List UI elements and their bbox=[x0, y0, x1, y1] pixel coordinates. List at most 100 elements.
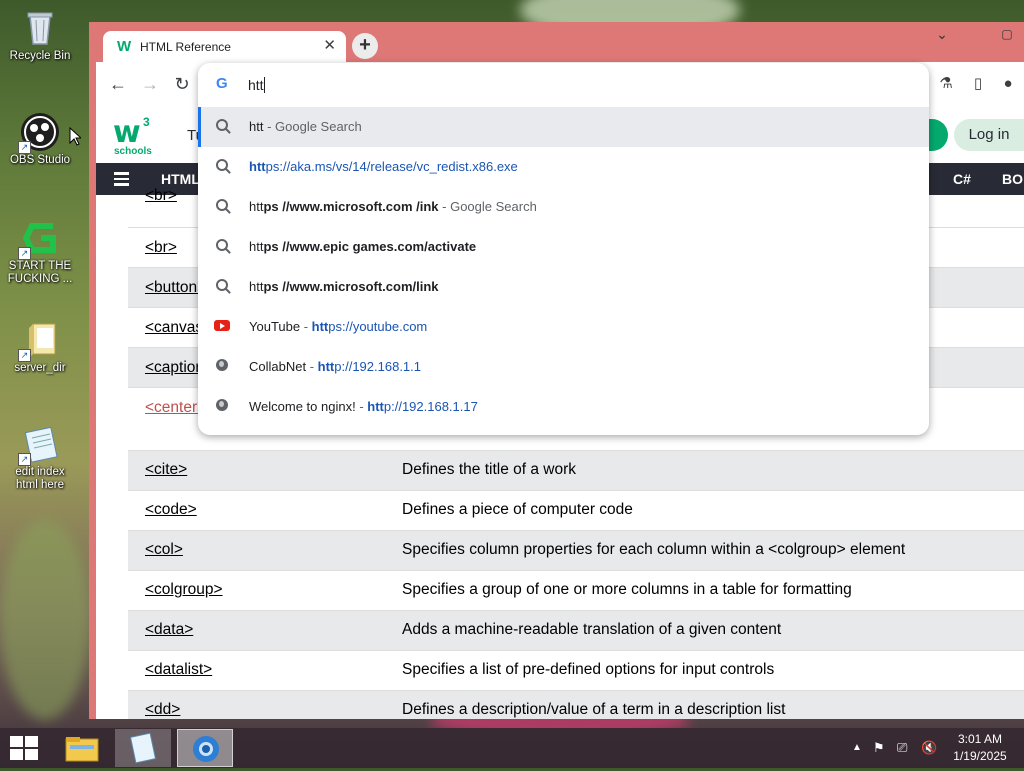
table-row: <data> Adds a machine-readable translati… bbox=[128, 611, 1024, 651]
wallpaper-shade bbox=[0, 520, 90, 720]
suggestion-item[interactable]: htt - Google Search bbox=[198, 107, 929, 147]
tag-link[interactable]: <data> bbox=[145, 621, 193, 639]
tag-link[interactable]: <br> bbox=[145, 187, 177, 205]
close-tab-icon[interactable]: ✕ bbox=[323, 36, 336, 54]
logo-schools: schools bbox=[114, 146, 152, 157]
reload-button[interactable]: ↻ bbox=[170, 72, 194, 96]
w3schools-favicon-icon: W bbox=[117, 38, 132, 55]
suggestion-item[interactable]: https://aka.ms/vs/14/release/vc_redist.x… bbox=[198, 147, 929, 187]
tag-description: Defines the title of a work bbox=[402, 461, 577, 478]
suggestion-item[interactable]: CollabNet - http://192.168.1.1 bbox=[198, 347, 929, 387]
suggestion-item[interactable]: YouTube - https://youtube.com bbox=[198, 307, 929, 347]
desktop-icon-obs-studio[interactable]: ↗ OBS Studio bbox=[4, 112, 76, 167]
clock-date: 1/19/2025 bbox=[953, 749, 1007, 763]
table-row: <code> Defines a piece of computer code bbox=[128, 491, 1024, 531]
tab-html-reference[interactable]: W HTML Reference ✕ bbox=[103, 31, 346, 63]
tab-search-chevron-icon[interactable]: ⌄ bbox=[927, 22, 957, 46]
start-button[interactable] bbox=[10, 736, 38, 760]
logo-sup: 3 bbox=[143, 115, 150, 129]
notepad-icon bbox=[129, 732, 157, 764]
google-g-icon: G bbox=[216, 75, 228, 92]
maximize-button[interactable]: ▢ bbox=[992, 22, 1022, 46]
tag-link[interactable]: <dd> bbox=[145, 701, 180, 719]
nav-item-csharp[interactable]: C# bbox=[953, 171, 971, 187]
menu-hamburger-icon[interactable] bbox=[114, 172, 129, 186]
side-panel-icon[interactable]: ▯ bbox=[966, 72, 990, 96]
new-tab-button[interactable]: + bbox=[352, 33, 378, 59]
globe-icon bbox=[214, 399, 230, 415]
w3schools-logo[interactable]: w 3 schools bbox=[113, 115, 155, 157]
suggestion-item[interactable]: https //www.microsoft.com/link bbox=[198, 267, 929, 307]
shortcut-arrow-icon: ↗ bbox=[18, 453, 31, 466]
taskbar-file-explorer[interactable] bbox=[54, 729, 110, 767]
shortcut-arrow-icon: ↗ bbox=[18, 349, 31, 362]
tag-description: Defines a description/value of a term in… bbox=[402, 701, 786, 718]
shortcut-arrow-icon: ↗ bbox=[18, 247, 31, 260]
browser-app-icon bbox=[193, 736, 219, 762]
search-icon bbox=[214, 239, 230, 255]
obs-studio-icon: ↗ bbox=[18, 112, 60, 154]
desktop-icon-edit-index[interactable]: ↗ edit index html here bbox=[4, 424, 76, 492]
tag-link[interactable]: <center> bbox=[145, 399, 206, 417]
tag-link[interactable]: <cite> bbox=[145, 461, 187, 479]
show-hidden-icons-chevron-icon[interactable]: ▲ bbox=[852, 728, 862, 768]
taskbar-browser[interactable] bbox=[177, 729, 233, 767]
desktop-icon-recycle-bin[interactable]: Recycle Bin bbox=[4, 8, 76, 63]
clock-time: 3:01 AM bbox=[957, 732, 1003, 746]
desktop-icon-label: server_dir bbox=[14, 362, 66, 374]
tag-link[interactable]: <br> bbox=[145, 239, 177, 257]
desktop-icon-server-dir[interactable]: ↗ server_dir bbox=[4, 320, 76, 375]
file-explorer-icon bbox=[65, 737, 99, 762]
extension-flask-icon[interactable]: ⚗ bbox=[934, 72, 958, 96]
youtube-icon bbox=[214, 319, 230, 335]
tag-link[interactable]: <colgroup> bbox=[145, 581, 223, 599]
folder-icon: ↗ bbox=[18, 320, 60, 362]
volume-muted-icon[interactable]: 🔇 bbox=[921, 728, 937, 768]
search-icon bbox=[214, 279, 230, 295]
omnibox-input[interactable]: htt bbox=[248, 77, 265, 93]
login-button[interactable]: Log in bbox=[954, 119, 1024, 151]
table-row: <colgroup> Specifies a group of one or m… bbox=[128, 571, 1024, 611]
table-row: <datalist> Specifies a list of pre-defin… bbox=[128, 651, 1024, 691]
search-icon bbox=[214, 119, 230, 135]
search-icon bbox=[214, 159, 230, 175]
tag-description: Specifies column properties for each col… bbox=[402, 541, 906, 558]
suggestion-item[interactable]: https //www.microsoft.com /ink - Google … bbox=[198, 187, 929, 227]
suggestion-item[interactable]: https //www.epic games.com/activate bbox=[198, 227, 929, 267]
shortcut-arrow-icon: ↗ bbox=[18, 141, 31, 154]
nav-item-bootstrap[interactable]: BO bbox=[1002, 171, 1023, 187]
network-icon[interactable]: ⎚ bbox=[897, 728, 907, 768]
logo-w: w bbox=[113, 115, 141, 150]
desktop-icon-label: Recycle Bin bbox=[9, 50, 71, 62]
tag-link[interactable]: <code> bbox=[145, 501, 197, 519]
taskbar: ▲ ⚑ ⎚ 🔇 3:01 AM 1/19/2025 bbox=[0, 728, 1024, 768]
taskbar-notepad[interactable] bbox=[115, 729, 171, 767]
forward-button[interactable]: → bbox=[138, 72, 162, 96]
mouse-cursor-icon bbox=[69, 127, 81, 146]
desktop-icon-start-shortcut[interactable]: ↗ START THE FUCKING ... bbox=[4, 218, 76, 286]
profile-avatar-icon[interactable]: ● bbox=[996, 72, 1020, 96]
table-row: <col> Specifies column properties for ea… bbox=[128, 531, 1024, 571]
tag-link[interactable]: <col> bbox=[145, 541, 183, 559]
notepad-icon: ↗ bbox=[18, 424, 60, 466]
omnibox-dropdown: G htt htt - Google Search https://aka.ms… bbox=[198, 63, 929, 435]
g-app-icon: ↗ bbox=[18, 218, 60, 260]
system-clock[interactable]: 3:01 AM 1/19/2025 bbox=[948, 731, 1012, 765]
tag-link[interactable]: <datalist> bbox=[145, 661, 212, 679]
tag-description: Specifies a list of pre-defined options … bbox=[402, 661, 775, 678]
search-icon bbox=[214, 199, 230, 215]
desktop-icon-label: edit index html here bbox=[15, 466, 65, 491]
globe-icon bbox=[214, 359, 230, 375]
omnibox-input-row[interactable]: G htt bbox=[198, 63, 929, 107]
suggestion-item[interactable]: Welcome to nginx! - http://192.168.1.17 bbox=[198, 387, 929, 427]
tag-description: Defines a piece of computer code bbox=[402, 501, 633, 518]
tab-title: HTML Reference bbox=[140, 40, 231, 54]
desktop-icon-label: OBS Studio bbox=[9, 154, 71, 166]
tag-description: Adds a machine-readable translation of a… bbox=[402, 621, 782, 638]
table-row: <cite> Defines the title of a work bbox=[128, 451, 1024, 491]
back-button[interactable]: ← bbox=[106, 72, 130, 96]
recycle-bin-icon bbox=[20, 8, 60, 48]
nav-item-html[interactable]: HTML bbox=[161, 171, 200, 187]
action-center-flag-icon[interactable]: ⚑ bbox=[873, 728, 885, 768]
tag-description: Specifies a group of one or more columns… bbox=[402, 581, 852, 598]
